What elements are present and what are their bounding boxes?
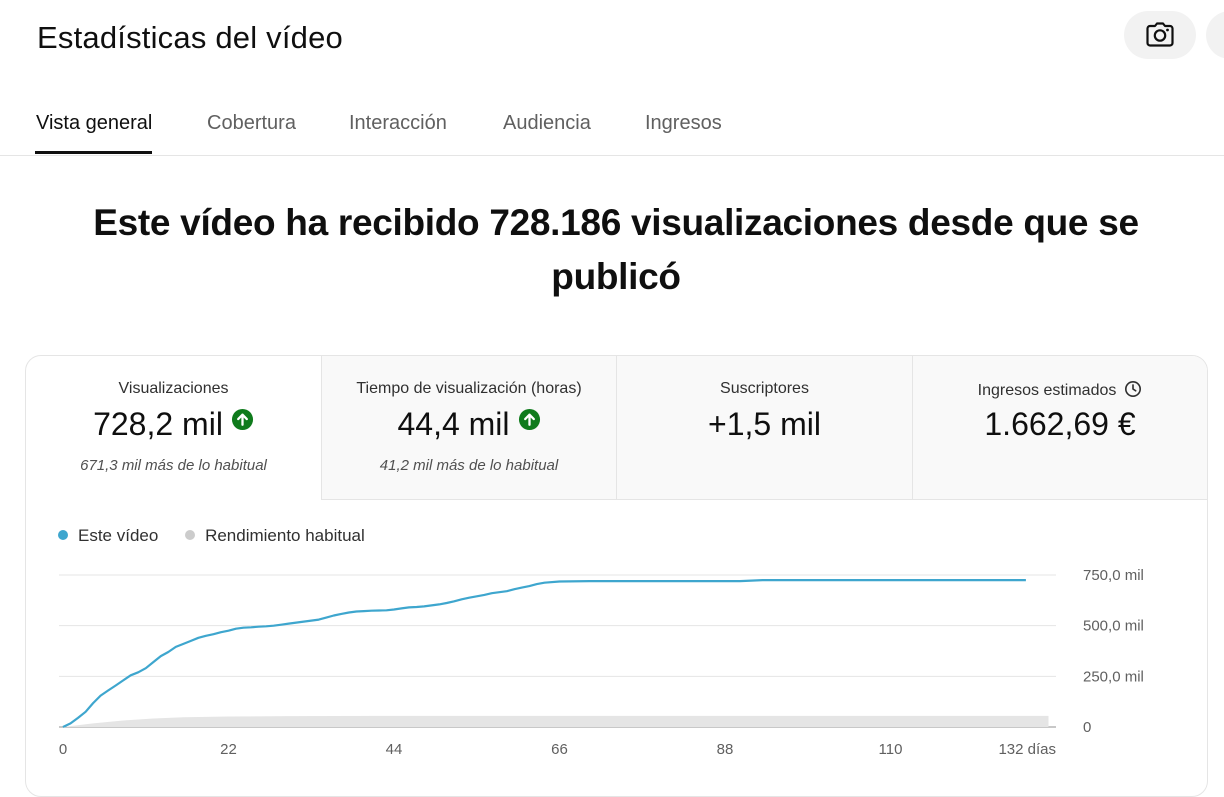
tab-vista-general[interactable]: Vista general (36, 112, 152, 135)
top-bar: Estadísticas del vídeo (0, 0, 1224, 80)
x-tick-label: 44 (386, 741, 403, 758)
views-headline: Este vídeo ha recibido 728.186 visualiza… (93, 202, 1139, 297)
y-tick-label: 250,0 mil (1083, 668, 1144, 685)
more-button[interactable] (1206, 11, 1224, 59)
camera-icon (1146, 22, 1174, 47)
tab-bar: Vista general Cobertura Interacción Audi… (0, 96, 1224, 156)
active-tab-indicator (35, 151, 152, 154)
x-tick-label: 22 (220, 741, 237, 758)
x-tick-label: 110 (879, 741, 903, 758)
y-tick-label: 500,0 mil (1083, 618, 1144, 635)
tab-interaccion[interactable]: Interacción (349, 112, 447, 135)
y-tick-label: 0 (1083, 719, 1091, 736)
tab-ingresos[interactable]: Ingresos (645, 112, 722, 135)
overview-card: Visualizaciones 728,2 mil 671,3 mil más … (25, 355, 1208, 797)
series-typical-area (63, 715, 1049, 727)
screenshot-button[interactable] (1124, 11, 1196, 59)
page-title: Estadísticas del vídeo (37, 20, 343, 55)
tab-cobertura[interactable]: Cobertura (207, 112, 296, 135)
y-tick-label: 750,0 mil (1083, 567, 1144, 584)
x-tick-label: 132 días (998, 741, 1056, 758)
series-this-video-line[interactable] (62, 579, 1026, 728)
x-tick-label: 0 (59, 741, 67, 758)
x-tick-label: 66 (551, 741, 568, 758)
x-tick-label: 88 (717, 741, 734, 758)
tab-audiencia[interactable]: Audiencia (503, 112, 591, 135)
views-chart[interactable]: 0 250,0 mil 500,0 mil 750,0 mil 0 22 44 66 88 110… (26, 356, 1207, 796)
